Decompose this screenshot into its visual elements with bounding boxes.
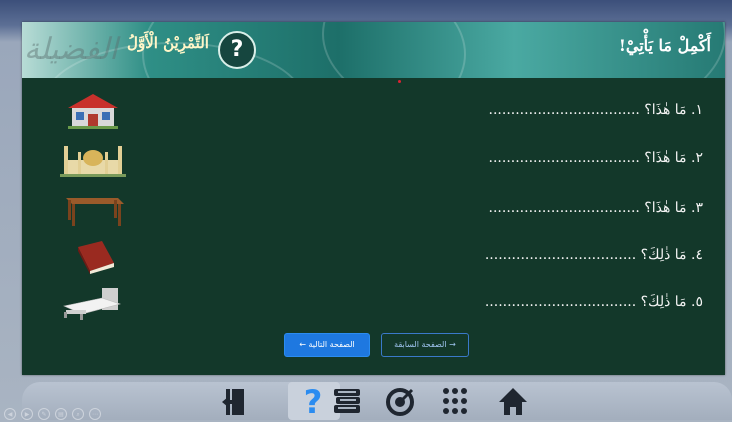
svg-text:?: ? (304, 385, 323, 417)
question-text: ٢. مَا هٰذَا؟ ..........................… (488, 150, 703, 166)
question-row: ٥. مَا ذٰلِكَ؟ .........................… (22, 284, 725, 324)
exercise-title: اَلتَّمْرِيْنُ الْأَوَّلُ (127, 34, 209, 52)
previous-page-button[interactable]: → الصفحة السابقة (381, 333, 469, 357)
instruction-heading: أَكْمِلْ مَا يَأْتِيْ! (618, 36, 711, 55)
question-text: ٣. مَا هٰذَا؟ ..........................… (488, 200, 703, 216)
question-row: ٤. مَا ذٰلِكَ؟ .........................… (22, 237, 725, 277)
cursor-dot (398, 80, 401, 83)
book-icon (58, 237, 128, 275)
question-mark-icon[interactable]: ? (296, 383, 330, 421)
exercise-panel: الفضيلة اَلتَّمْرِيْنُ الْأَوَّلُ ? أَكْ… (22, 22, 725, 375)
books-icon[interactable] (330, 385, 364, 417)
print-icon[interactable]: ▤ (55, 407, 67, 420)
question-text: ٤. مَا ذٰلِكَ؟ .........................… (484, 247, 703, 263)
table-icon (58, 190, 128, 228)
mosque-icon (58, 140, 128, 178)
question-text: ٥. مَا ذٰلِكَ؟ .........................… (484, 294, 703, 310)
bottom-toolbar: ? (22, 382, 732, 421)
question-mark-icon[interactable]: ? (218, 31, 256, 69)
target-icon[interactable] (384, 385, 418, 417)
bed-icon (58, 284, 128, 322)
app-window: الفضيلة اَلتَّمْرِيْنُ الْأَوَّلُ ? أَكْ… (0, 0, 732, 421)
zoom-icon[interactable]: ⌕ (72, 407, 84, 420)
question-row: ٣. مَا هٰذَا؟ ..........................… (22, 190, 725, 230)
more-icon[interactable]: ⋯ (89, 407, 101, 420)
back-icon[interactable]: ◀ (4, 407, 16, 420)
question-text: ١. مَا هٰذَا؟ ..........................… (488, 102, 703, 118)
edit-icon[interactable]: ✎ (38, 407, 50, 420)
forward-icon[interactable]: ▶ (21, 407, 33, 420)
question-row: ٢. مَا هٰذَا؟ ..........................… (22, 140, 725, 180)
home-icon[interactable] (496, 385, 530, 417)
exercise-header: الفضيلة اَلتَّمْرِيْنُ الْأَوَّلُ ? أَكْ… (22, 22, 725, 78)
house-icon (58, 92, 128, 130)
calligraphy-text: الفضيلة (24, 32, 118, 67)
next-page-button[interactable]: الصفحة التالية ← (284, 333, 370, 357)
mini-controls: ◀ ▶ ✎ ▤ ⌕ ⋯ (4, 403, 106, 420)
question-row: ١. مَا هٰذَا؟ ..........................… (22, 92, 725, 132)
exit-door-icon[interactable] (218, 385, 252, 417)
grid-menu-icon[interactable] (438, 385, 472, 417)
help-symbol: ? (230, 37, 244, 62)
page-navigation: الصفحة التالية ← → الصفحة السابقة (22, 333, 725, 357)
calligraphy-logo: الفضيلة (24, 24, 118, 76)
